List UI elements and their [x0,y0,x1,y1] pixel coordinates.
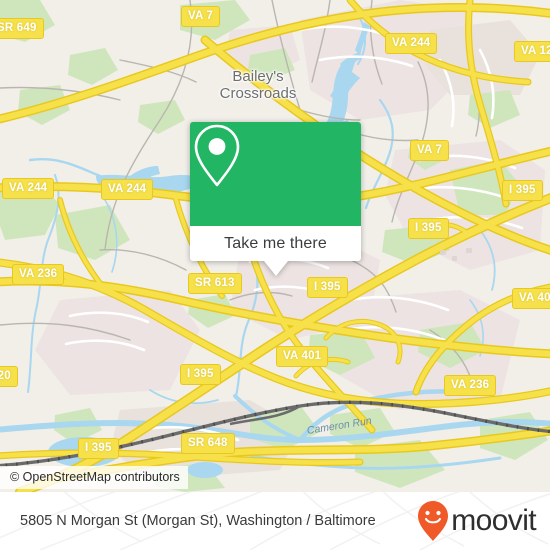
place-label-baileys-crossroads: Bailey's Crossroads [220,68,297,102]
moovit-logo[interactable]: moovit [416,500,537,542]
road-shield[interactable]: SR 648 [181,433,235,454]
map-screenshot: Bailey's Crossroads Cameron Run SR 649 V… [0,0,550,550]
road-shield[interactable]: SR 613 [188,273,242,294]
footer-bar: 5805 N Morgan St (Morgan St), Washington… [0,492,550,550]
road-shield[interactable]: I 395 [502,180,543,201]
place-label-line-2: Crossroads [219,85,297,102]
place-label-line-1: Bailey's [232,68,284,85]
footer-content: 5805 N Morgan St (Morgan St), Washington… [0,492,550,550]
road-shield[interactable]: VA 244 [2,178,55,199]
location-address-title: 5805 N Morgan St (Morgan St), Washington… [20,512,376,529]
road-shield[interactable]: I 395 [78,438,119,459]
location-callout-card[interactable]: Take me there [190,122,361,276]
road-shield[interactable]: 620 [0,366,18,387]
road-shield[interactable]: VA 7 [181,6,221,27]
moovit-smiley-pin-icon [418,501,449,541]
take-me-there-label: Take me there [224,234,327,252]
road-shield[interactable]: VA 401 [276,346,329,367]
road-shield[interactable]: I 395 [180,364,221,385]
road-shield[interactable]: I 395 [307,277,348,298]
road-shield[interactable]: SR 649 [0,18,44,39]
road-shield[interactable]: I 395 [408,218,449,239]
road-shield[interactable]: VA 402 [512,288,550,309]
road-shield[interactable]: VA 236 [444,375,497,396]
map-pin-icon [194,124,240,187]
moovit-wordmark: moovit [451,504,536,537]
callout-pointer-tail [263,261,288,276]
callout-action-area[interactable]: Take me there [190,226,361,261]
callout-icon-area [190,122,361,226]
osm-attribution[interactable]: © OpenStreetMap contributors [0,466,188,489]
map-canvas[interactable]: Bailey's Crossroads Cameron Run SR 649 V… [0,0,550,492]
road-shield[interactable]: VA 120 [514,41,550,62]
road-shield[interactable]: VA 236 [12,264,65,285]
road-shield[interactable]: VA 244 [101,179,154,200]
road-shield[interactable]: VA 244 [385,33,438,54]
road-shield[interactable]: VA 7 [410,140,450,161]
